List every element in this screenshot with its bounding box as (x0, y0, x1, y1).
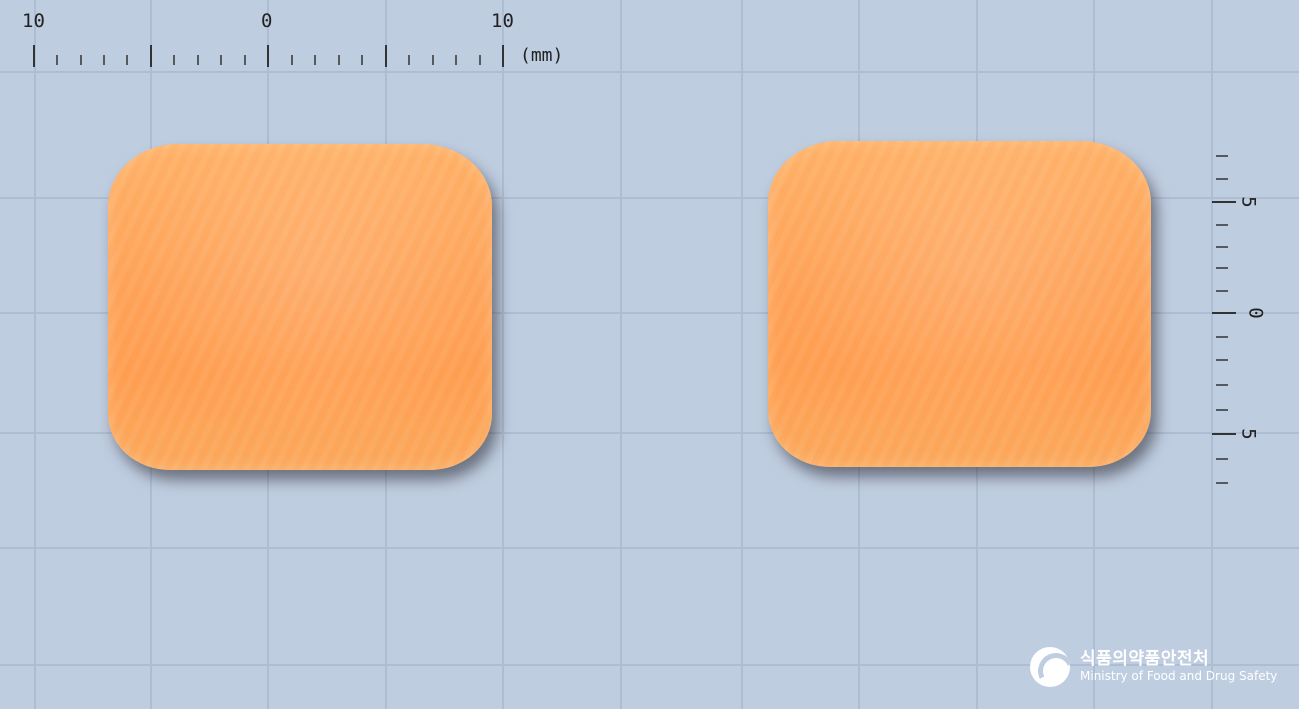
right-ruler-ticks (1212, 155, 1236, 484)
top-ruler-unit: (mm) (520, 45, 564, 66)
tablet-front (108, 144, 492, 470)
top-ruler-label-center: 0 (261, 10, 273, 32)
mfds-logo: 식품의약품안전처 Ministry of Food and Drug Safet… (1030, 647, 1277, 687)
top-ruler-label-right: 10 (491, 10, 514, 32)
right-ruler-label-top: 5 (1237, 196, 1260, 208)
mfds-emblem-icon (1030, 647, 1070, 687)
top-ruler-ticks (33, 45, 504, 67)
right-ruler-label-center: 0 (1244, 307, 1267, 319)
logo-english-name: Ministry of Food and Drug Safety (1080, 668, 1278, 683)
top-ruler-label-left: 10 (22, 10, 45, 32)
right-ruler-label-bottom: 5 (1237, 428, 1260, 440)
logo-korean-name: 식품의약품안전처 (1080, 649, 1210, 670)
tablet-back (768, 141, 1151, 467)
